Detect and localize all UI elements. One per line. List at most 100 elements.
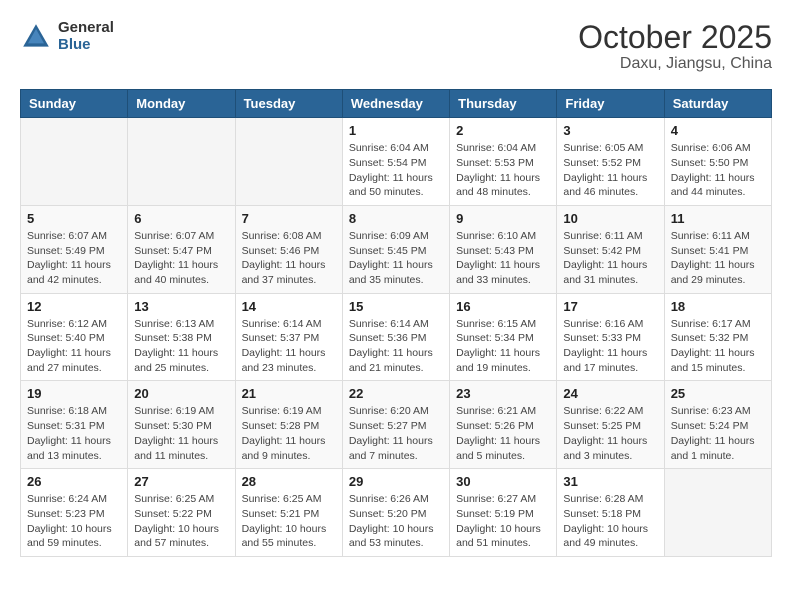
day-number: 26 xyxy=(27,474,121,489)
calendar-cell: 24 Sunrise: 6:22 AMSunset: 5:25 PMDayligh… xyxy=(557,381,664,469)
calendar-title: October 2025 xyxy=(578,20,772,55)
day-number: 30 xyxy=(456,474,550,489)
calendar-cell: 6 Sunrise: 6:07 AMSunset: 5:47 PMDaylight… xyxy=(128,205,235,293)
weekday-header-saturday: Saturday xyxy=(664,90,771,118)
day-number: 18 xyxy=(671,299,765,314)
day-info: Sunrise: 6:13 AMSunset: 5:38 PMDaylight:… xyxy=(134,317,228,376)
day-info: Sunrise: 6:20 AMSunset: 5:27 PMDaylight:… xyxy=(349,404,443,463)
day-info: Sunrise: 6:16 AMSunset: 5:33 PMDaylight:… xyxy=(563,317,657,376)
day-number: 21 xyxy=(242,386,336,401)
day-info: Sunrise: 6:06 AMSunset: 5:50 PMDaylight:… xyxy=(671,141,765,200)
calendar-cell: 5 Sunrise: 6:07 AMSunset: 5:49 PMDaylight… xyxy=(21,205,128,293)
day-number: 6 xyxy=(134,211,228,226)
calendar-cell: 16Sunrise: 6:15 AMSunset: 5:34 PMDayligh… xyxy=(450,293,557,381)
weekday-header-wednesday: Wednesday xyxy=(342,90,449,118)
day-number: 2 xyxy=(456,123,550,138)
day-info: Sunrise: 6:04 AMSunset: 5:53 PMDaylight:… xyxy=(456,141,550,200)
day-info: Sunrise: 6:27 AMSunset: 5:19 PMDaylight:… xyxy=(456,492,550,551)
day-info: Sunrise: 6:22 AMSunset: 5:25 PMDaylight:… xyxy=(563,404,657,463)
day-info: Sunrise: 6:04 AMSunset: 5:54 PMDaylight:… xyxy=(349,141,443,200)
calendar-week-row: 12 Sunrise: 6:12 AMSunset: 5:40 PMDayligh… xyxy=(21,293,772,381)
day-number: 4 xyxy=(671,123,765,138)
calendar-cell: 21 Sunrise: 6:19 AMSunset: 5:28 PMDayligh… xyxy=(235,381,342,469)
calendar-cell: 10 Sunrise: 6:11 AMSunset: 5:42 PMDayligh… xyxy=(557,205,664,293)
day-number: 24 xyxy=(563,386,657,401)
calendar-cell: 22Sunrise: 6:20 AMSunset: 5:27 PMDayligh… xyxy=(342,381,449,469)
calendar-week-row: 26 Sunrise: 6:24 AMSunset: 5:23 PMDayligh… xyxy=(21,469,772,557)
calendar-cell: 8Sunrise: 6:09 AMSunset: 5:45 PMDaylight… xyxy=(342,205,449,293)
logo-icon xyxy=(20,21,52,53)
day-info: Sunrise: 6:07 AMSunset: 5:49 PMDaylight:… xyxy=(27,229,121,288)
weekday-header-thursday: Thursday xyxy=(450,90,557,118)
calendar-cell: 26 Sunrise: 6:24 AMSunset: 5:23 PMDayligh… xyxy=(21,469,128,557)
day-number: 20 xyxy=(134,386,228,401)
calendar-cell xyxy=(128,118,235,206)
calendar-cell: 29Sunrise: 6:26 AMSunset: 5:20 PMDayligh… xyxy=(342,469,449,557)
weekday-header-tuesday: Tuesday xyxy=(235,90,342,118)
calendar-cell: 13 Sunrise: 6:13 AMSunset: 5:38 PMDayligh… xyxy=(128,293,235,381)
calendar-cell: 3 Sunrise: 6:05 AMSunset: 5:52 PMDaylight… xyxy=(557,118,664,206)
day-number: 12 xyxy=(27,299,121,314)
weekday-header-monday: Monday xyxy=(128,90,235,118)
logo-text: General Blue xyxy=(58,20,114,53)
calendar-cell: 30 Sunrise: 6:27 AMSunset: 5:19 PMDayligh… xyxy=(450,469,557,557)
calendar-cell: 19 Sunrise: 6:18 AMSunset: 5:31 PMDayligh… xyxy=(21,381,128,469)
day-number: 28 xyxy=(242,474,336,489)
logo: General Blue xyxy=(20,20,114,53)
day-info: Sunrise: 6:12 AMSunset: 5:40 PMDaylight:… xyxy=(27,317,121,376)
day-number: 29 xyxy=(349,474,443,489)
day-info: Sunrise: 6:19 AMSunset: 5:30 PMDaylight:… xyxy=(134,404,228,463)
day-number: 27 xyxy=(134,474,228,489)
weekday-header-sunday: Sunday xyxy=(21,90,128,118)
day-number: 14 xyxy=(242,299,336,314)
calendar-cell: 1 Sunrise: 6:04 AMSunset: 5:54 PMDaylight… xyxy=(342,118,449,206)
day-number: 8 xyxy=(349,211,443,226)
day-info: Sunrise: 6:11 AMSunset: 5:42 PMDaylight:… xyxy=(563,229,657,288)
calendar-cell: 11 Sunrise: 6:11 AMSunset: 5:41 PMDayligh… xyxy=(664,205,771,293)
calendar-cell: 18 Sunrise: 6:17 AMSunset: 5:32 PMDayligh… xyxy=(664,293,771,381)
calendar-cell: 7Sunrise: 6:08 AMSunset: 5:46 PMDaylight… xyxy=(235,205,342,293)
day-number: 13 xyxy=(134,299,228,314)
day-info: Sunrise: 6:07 AMSunset: 5:47 PMDaylight:… xyxy=(134,229,228,288)
calendar-cell: 9Sunrise: 6:10 AMSunset: 5:43 PMDaylight… xyxy=(450,205,557,293)
calendar-cell: 14 Sunrise: 6:14 AMSunset: 5:37 PMDayligh… xyxy=(235,293,342,381)
logo-blue-text: Blue xyxy=(58,37,114,54)
calendar-cell xyxy=(235,118,342,206)
day-info: Sunrise: 6:15 AMSunset: 5:34 PMDaylight:… xyxy=(456,317,550,376)
day-info: Sunrise: 6:18 AMSunset: 5:31 PMDaylight:… xyxy=(27,404,121,463)
calendar-cell: 31 Sunrise: 6:28 AMSunset: 5:18 PMDayligh… xyxy=(557,469,664,557)
day-info: Sunrise: 6:19 AMSunset: 5:28 PMDaylight:… xyxy=(242,404,336,463)
calendar-cell: 20 Sunrise: 6:19 AMSunset: 5:30 PMDayligh… xyxy=(128,381,235,469)
day-info: Sunrise: 6:14 AMSunset: 5:36 PMDaylight:… xyxy=(349,317,443,376)
day-info: Sunrise: 6:11 AMSunset: 5:41 PMDaylight:… xyxy=(671,229,765,288)
calendar-cell: 25 Sunrise: 6:23 AMSunset: 5:24 PMDayligh… xyxy=(664,381,771,469)
day-info: Sunrise: 6:24 AMSunset: 5:23 PMDaylight:… xyxy=(27,492,121,551)
day-info: Sunrise: 6:05 AMSunset: 5:52 PMDaylight:… xyxy=(563,141,657,200)
calendar-subtitle: Daxu, Jiangsu, China xyxy=(578,55,772,73)
calendar-table: SundayMondayTuesdayWednesdayThursdayFrid… xyxy=(20,89,772,557)
calendar-week-row: 1 Sunrise: 6:04 AMSunset: 5:54 PMDaylight… xyxy=(21,118,772,206)
title-block: October 2025 Daxu, Jiangsu, China xyxy=(578,20,772,73)
calendar-cell: 28Sunrise: 6:25 AMSunset: 5:21 PMDayligh… xyxy=(235,469,342,557)
day-number: 17 xyxy=(563,299,657,314)
day-number: 31 xyxy=(563,474,657,489)
calendar-cell: 2 Sunrise: 6:04 AMSunset: 5:53 PMDaylight… xyxy=(450,118,557,206)
calendar-week-row: 19 Sunrise: 6:18 AMSunset: 5:31 PMDayligh… xyxy=(21,381,772,469)
day-number: 19 xyxy=(27,386,121,401)
calendar-cell: 4 Sunrise: 6:06 AMSunset: 5:50 PMDaylight… xyxy=(664,118,771,206)
day-number: 1 xyxy=(349,123,443,138)
day-number: 5 xyxy=(27,211,121,226)
day-info: Sunrise: 6:14 AMSunset: 5:37 PMDaylight:… xyxy=(242,317,336,376)
day-info: Sunrise: 6:28 AMSunset: 5:18 PMDaylight:… xyxy=(563,492,657,551)
day-number: 23 xyxy=(456,386,550,401)
day-number: 3 xyxy=(563,123,657,138)
day-info: Sunrise: 6:23 AMSunset: 5:24 PMDaylight:… xyxy=(671,404,765,463)
calendar-cell xyxy=(664,469,771,557)
day-number: 11 xyxy=(671,211,765,226)
day-number: 10 xyxy=(563,211,657,226)
calendar-cell: 12 Sunrise: 6:12 AMSunset: 5:40 PMDayligh… xyxy=(21,293,128,381)
day-number: 25 xyxy=(671,386,765,401)
day-number: 9 xyxy=(456,211,550,226)
day-number: 7 xyxy=(242,211,336,226)
day-info: Sunrise: 6:17 AMSunset: 5:32 PMDaylight:… xyxy=(671,317,765,376)
